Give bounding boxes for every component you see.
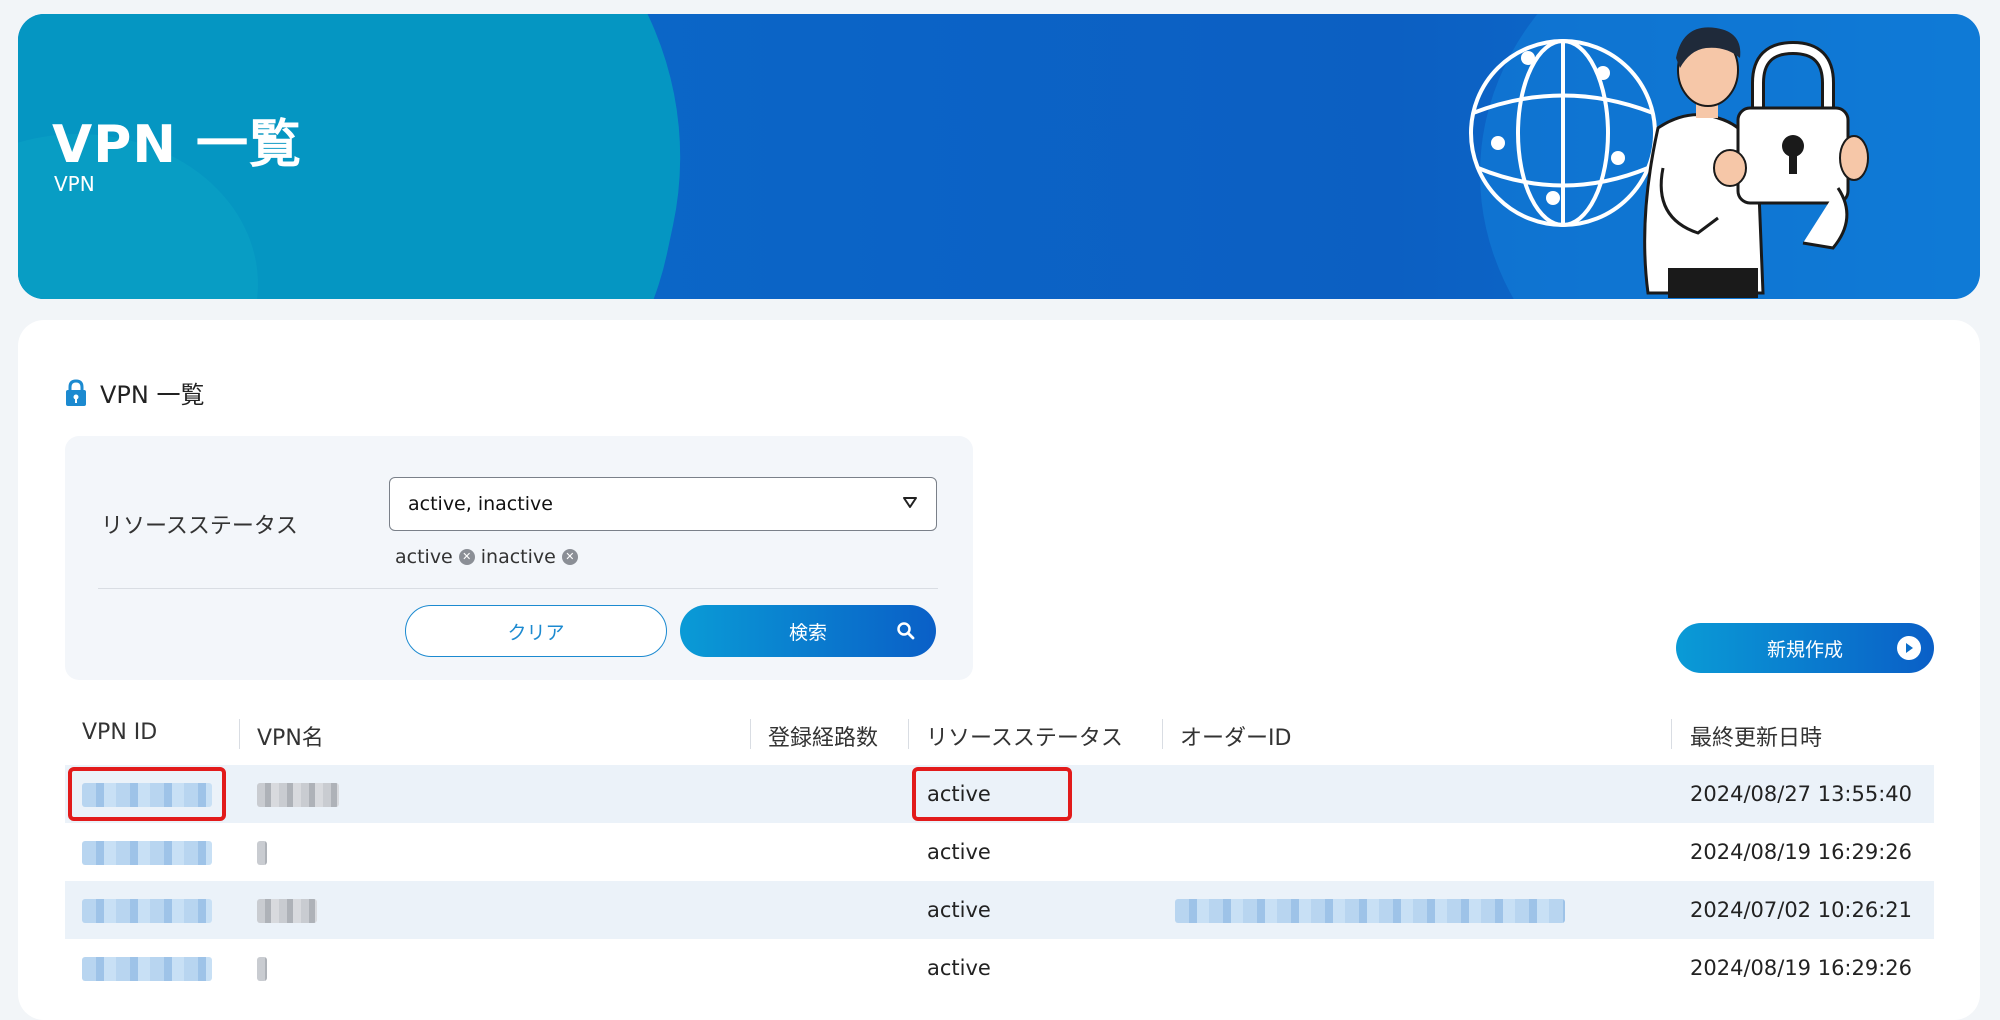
updated-at-value: 2024/08/27 13:55:40 <box>1690 782 1913 806</box>
resource-status-value: active <box>927 898 991 922</box>
remove-chip-icon[interactable]: ✕ <box>458 549 475 565</box>
column-header-route-count[interactable]: 登録経路数 <box>768 720 878 752</box>
status-chip: active ✕ <box>395 546 475 568</box>
updated-at-value: 2024/08/19 16:29:26 <box>1690 956 1913 980</box>
status-chip: inactive ✕ <box>481 546 578 568</box>
vpn-id-link-redacted[interactable] <box>82 841 212 865</box>
section-title-label: VPN 一覧 <box>100 381 205 409</box>
new-vpn-button[interactable]: 新規作成 <box>1676 623 1934 673</box>
resource-status-value: active <box>927 840 991 864</box>
column-divider <box>239 719 240 749</box>
status-chip-label: active <box>395 546 453 568</box>
divider <box>98 588 938 589</box>
table-row[interactable]: active 2024/08/19 16:29:26 <box>65 939 1934 997</box>
resource-status-value: active <box>927 956 991 980</box>
highlight-box <box>912 767 1072 821</box>
vpn-id-link-redacted[interactable] <box>82 957 212 981</box>
column-header-resource-status[interactable]: リソースステータス <box>926 720 1123 752</box>
person-with-padlock-illustration <box>1469 27 1869 298</box>
vpn-id-link-redacted[interactable] <box>82 899 212 923</box>
resource-status-select[interactable]: active, inactive <box>389 477 937 531</box>
chevron-down-icon <box>903 497 917 508</box>
vpn-name-redacted <box>257 783 339 807</box>
status-chip-label: inactive <box>480 546 556 568</box>
vpn-name-redacted <box>257 899 317 923</box>
search-button[interactable]: 検索 <box>680 605 936 657</box>
new-vpn-button-label: 新規作成 <box>1766 638 1843 661</box>
table-row[interactable]: active 2024/08/27 13:55:40 <box>65 765 1934 823</box>
vpn-name-redacted <box>257 841 267 865</box>
column-divider <box>1671 719 1672 749</box>
column-divider <box>908 719 909 749</box>
vpn-name-redacted <box>257 957 267 981</box>
page-title: VPN 一覧 <box>52 115 302 175</box>
table-row[interactable]: active 2024/08/19 16:29:26 <box>65 823 1934 881</box>
remove-chip-icon[interactable]: ✕ <box>561 549 578 565</box>
search-button-label: 検索 <box>788 621 827 644</box>
updated-at-value: 2024/08/19 16:29:26 <box>1690 840 1913 864</box>
vpn-table: VPN ID VPN名 登録経路数 リソースステータス オーダーID 最終更新日… <box>65 703 1934 997</box>
page-subtitle: VPN <box>54 172 95 196</box>
highlight-box <box>68 767 226 821</box>
hero-banner: VPN 一覧 VPN <box>18 14 1980 299</box>
resource-status-label: リソースステータス <box>101 514 298 539</box>
column-header-updated-at[interactable]: 最終更新日時 <box>1690 720 1822 752</box>
table-header: VPN ID VPN名 登録経路数 リソースステータス オーダーID 最終更新日… <box>65 703 1934 765</box>
column-header-vpn-id[interactable]: VPN ID <box>82 720 157 745</box>
column-divider <box>750 719 751 749</box>
column-divider <box>1162 719 1163 749</box>
order-id-link-redacted[interactable] <box>1175 899 1565 923</box>
clear-button-label: クリア <box>507 621 565 644</box>
column-header-order-id[interactable]: オーダーID <box>1180 720 1291 752</box>
updated-at-value: 2024/07/02 10:26:21 <box>1690 898 1913 922</box>
arrow-circle-right-icon <box>1897 636 1921 660</box>
resource-status-select-value: active, inactive <box>408 493 553 515</box>
search-icon <box>897 622 915 640</box>
selected-status-chips: active ✕ inactive ✕ <box>395 546 578 568</box>
table-row[interactable]: active 2024/07/02 10:26:21 <box>65 881 1934 939</box>
lock-icon <box>66 378 86 406</box>
column-header-vpn-name[interactable]: VPN名 <box>257 720 324 752</box>
section-title: VPN 一覧 <box>64 375 204 410</box>
clear-button[interactable]: クリア <box>405 605 667 657</box>
